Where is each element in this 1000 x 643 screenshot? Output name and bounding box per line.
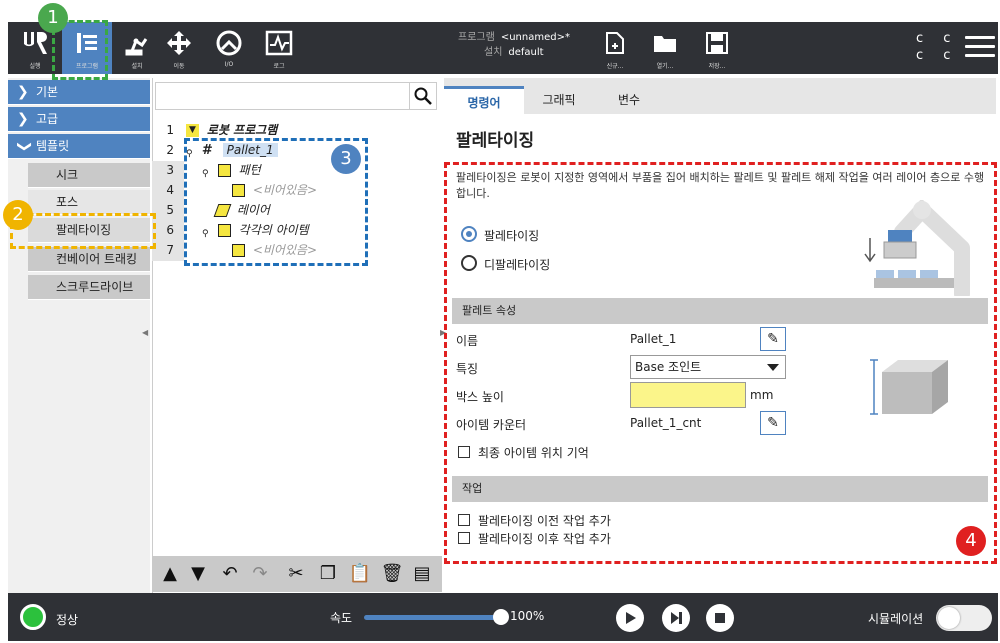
template-item-screwdriving[interactable]: 스크루드라이브 (28, 275, 150, 300)
program-info-label: 프로그램 (458, 32, 495, 43)
speed-label: 속도 (330, 611, 353, 625)
line-number: 5 (166, 203, 174, 217)
undo-icon[interactable]: ↶ (218, 562, 242, 586)
install-info-label: 설치 (484, 47, 503, 58)
step-button[interactable] (662, 604, 690, 632)
tree-node-label: 로봇 프로그램 (206, 123, 278, 137)
template-item-force[interactable]: 포스 (28, 190, 150, 215)
annotation-badge-4: 4 (956, 526, 986, 556)
tab-graphics[interactable]: 그래픽 (524, 86, 594, 114)
new-file-label: 신규... (606, 63, 624, 70)
delete-icon[interactable]: 🗑 (380, 562, 404, 586)
open-file-label: 열기... (656, 63, 674, 70)
top-bar: 실행 프로그램 설치 이동 I/O 로그 프로그램 <unnamed>* 설치 de… (8, 22, 998, 74)
annotation-badge-3: 3 (331, 144, 361, 174)
copy-icon[interactable]: ❐ (316, 562, 340, 586)
new-file-icon (600, 28, 630, 58)
new-file-button[interactable]: 신규... (596, 22, 634, 74)
play-button[interactable] (616, 604, 644, 632)
annotation-box-command-panel (444, 162, 997, 564)
command-tabs: 명령어 그래픽 변수 (444, 78, 996, 114)
io-button[interactable]: I/O (204, 22, 254, 74)
speed-slider[interactable] (364, 615, 506, 620)
log-button[interactable]: 로그 (254, 22, 304, 74)
move-up-icon[interactable]: ▲ (158, 562, 182, 586)
tab-command[interactable]: 명령어 (444, 86, 524, 114)
template-item-seek[interactable]: 시크 (28, 163, 150, 188)
section-basic[interactable]: ❯ 기본 (8, 80, 150, 105)
line-number: 6 (166, 223, 174, 237)
section-basic-label: 기본 (36, 85, 59, 99)
install-name: default (508, 47, 544, 58)
simulation-label: 시뮬레이션 (868, 612, 924, 626)
tab-variables[interactable]: 변수 (594, 86, 664, 114)
chevron-right-icon: ❯ (17, 111, 29, 127)
hamburger-menu-icon[interactable] (965, 36, 995, 63)
save-file-button[interactable]: 저장... (698, 22, 736, 74)
ur-logo-icon (20, 28, 50, 58)
chevron-right-icon: ❯ (17, 84, 29, 100)
stop-button[interactable] (706, 604, 734, 632)
speed-slider-handle[interactable] (493, 609, 509, 625)
program-info: 프로그램 <unnamed>* 설치 default (458, 30, 570, 60)
open-file-button[interactable]: 열기... (646, 22, 684, 74)
move-label: 이동 (173, 63, 185, 70)
move-arrows-icon (164, 28, 194, 58)
speed-value: 100% (510, 609, 545, 623)
search-icon[interactable] (409, 82, 437, 110)
cut-icon[interactable]: ✂ (284, 562, 308, 586)
cc-bottom: c c (916, 48, 959, 63)
line-number: 1 (166, 123, 174, 137)
chevron-down-icon: ❯ (16, 140, 33, 153)
move-down-icon[interactable]: ▼ (186, 562, 210, 586)
io-label: I/O (224, 61, 234, 68)
run-label: 실행 (29, 63, 41, 70)
open-folder-icon (650, 28, 680, 58)
save-icon (702, 28, 732, 58)
cc-indicator: c c c c (916, 30, 966, 64)
installation-label: 설치 (131, 63, 143, 70)
log-label: 로그 (273, 63, 285, 70)
status-text: 정상 (56, 613, 79, 627)
save-file-label: 저장... (708, 63, 726, 70)
line-number: 3 (166, 163, 174, 177)
paste-icon[interactable]: 📋 (348, 562, 372, 586)
line-number: 7 (166, 243, 174, 257)
search-input[interactable] (155, 82, 437, 110)
tree-toolbar: ▲ ▼ ↶ ↷ ✂ ❐ 📋 🗑 ▤ (152, 556, 442, 592)
line-number: 2 (166, 143, 174, 157)
move-button[interactable]: 이동 (154, 22, 204, 74)
robot-arm-icon (122, 28, 152, 58)
line-number: 4 (166, 183, 174, 197)
template-item-conveyor-tracking[interactable]: 컨베이어 트래킹 (28, 247, 150, 272)
collapse-left-handle-icon[interactable]: ◀ (142, 328, 152, 340)
io-icon (214, 28, 244, 58)
simulation-toggle[interactable] (936, 605, 992, 631)
section-templates-label: 템플릿 (36, 139, 70, 153)
redo-icon[interactable]: ↷ (248, 562, 272, 586)
collapse-triangle-icon: ▼ (186, 124, 199, 137)
annotation-badge-1: 1 (38, 3, 68, 33)
cc-top: c c (916, 31, 959, 46)
log-icon (264, 28, 294, 58)
section-templates[interactable]: ❯ 템플릿 (8, 134, 150, 159)
section-advanced-label: 고급 (36, 112, 59, 126)
section-advanced[interactable]: ❯ 고급 (8, 107, 150, 132)
suppress-icon[interactable]: ▤ (410, 562, 434, 586)
tree-node-robot-program[interactable]: ▼ 로봇 프로그램 (186, 120, 277, 140)
left-command-menu: ❯ 기본 ❯ 고급 ❯ 템플릿 (8, 78, 150, 598)
annotation-badge-2: 2 (3, 200, 33, 230)
page-title: 팔레타이징 (456, 131, 535, 151)
program-name: <unnamed>* (500, 32, 570, 43)
status-indicator-icon (20, 604, 46, 630)
